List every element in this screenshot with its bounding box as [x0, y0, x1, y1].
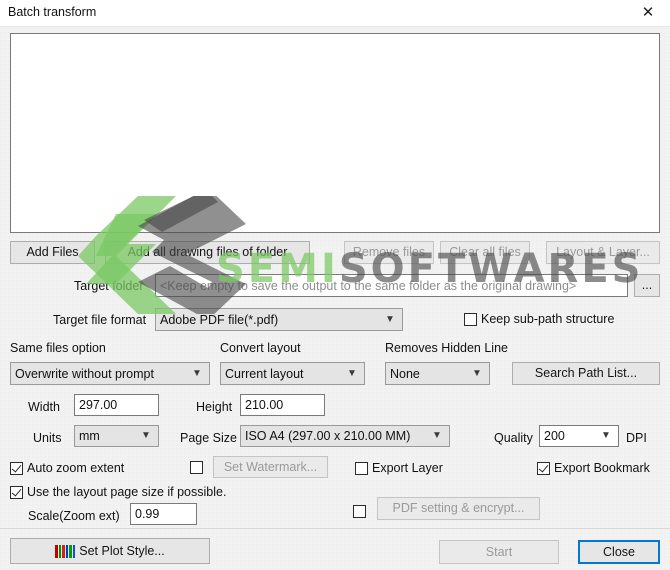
export-bookmark-checkbox[interactable]: Export Bookmark	[537, 461, 650, 475]
quality-value: 200	[544, 429, 565, 443]
chevron-down-icon: ▼	[141, 430, 151, 441]
quality-label: Quality	[494, 431, 533, 445]
footer-divider	[0, 528, 670, 529]
width-input[interactable]: 297.00	[74, 394, 159, 416]
use-layout-page-size-checkbox[interactable]: Use the layout page size if possible.	[10, 485, 226, 499]
target-file-format-label: Target file format	[53, 313, 147, 327]
export-layer-checkbox[interactable]: Export Layer	[355, 461, 443, 475]
checkbox-box	[10, 485, 23, 499]
convert-layout-select[interactable]: Current layout ▼	[220, 362, 365, 385]
chevron-down-icon: ▼	[347, 367, 357, 379]
export-layer-label: Export Layer	[372, 461, 443, 475]
checkbox-box	[10, 461, 23, 475]
chevron-down-icon: ▼	[472, 367, 482, 379]
clear-all-files-button[interactable]: Clear all files	[440, 241, 530, 264]
pdf-setting-encrypt-button[interactable]: PDF setting & encrypt...	[377, 497, 540, 520]
pdf-setting-encrypt-checkbox[interactable]	[353, 505, 370, 518]
remove-files-button[interactable]: Remove files	[344, 241, 434, 264]
target-file-format-value: Adobe PDF file(*.pdf)	[160, 312, 279, 327]
page-size-select[interactable]: ISO A4 (297.00 x 210.00 MM) ▼	[240, 425, 450, 447]
scale-zoom-ext-label: Scale(Zoom ext)	[28, 509, 120, 523]
close-icon[interactable]: ✕	[626, 0, 670, 26]
dpi-label: DPI	[626, 431, 647, 445]
add-all-drawing-files-button[interactable]: Add all drawing files of folder	[105, 241, 310, 264]
set-plot-style-label: Set Plot Style...	[79, 543, 165, 558]
units-label: Units	[33, 431, 62, 445]
convert-layout-label: Convert layout	[220, 341, 301, 355]
target-folder-input[interactable]: <Keep empty to save the output to the sa…	[155, 274, 628, 297]
checkbox-box	[190, 461, 203, 474]
units-value: mm	[79, 429, 100, 443]
quality-select[interactable]: 200 ▼	[539, 425, 619, 447]
export-bookmark-label: Export Bookmark	[554, 461, 650, 475]
window-title: Batch transform	[8, 5, 97, 19]
search-path-list-button[interactable]: Search Path List...	[512, 362, 660, 385]
convert-layout-value: Current layout	[225, 366, 304, 381]
same-files-option-select[interactable]: Overwrite without prompt ▼	[10, 362, 210, 385]
units-select[interactable]: mm ▼	[74, 425, 159, 447]
set-plot-style-button[interactable]: Set Plot Style...	[10, 538, 210, 564]
batch-transform-dialog: Batch transform ✕ SEMISOFTWARES Add File…	[0, 0, 670, 570]
checkbox-box	[537, 461, 550, 475]
auto-zoom-extent-label: Auto zoom extent	[27, 461, 125, 475]
scale-zoom-ext-input[interactable]: 0.99	[130, 503, 197, 525]
checkbox-box	[353, 505, 366, 518]
chevron-down-icon: ▼	[601, 430, 611, 441]
page-size-value: ISO A4 (297.00 x 210.00 MM)	[245, 429, 411, 443]
use-layout-page-size-label: Use the layout page size if possible.	[27, 485, 227, 499]
chevron-down-icon: ▼	[192, 367, 202, 379]
plot-style-icon	[55, 544, 76, 558]
width-label: Width	[28, 400, 60, 414]
layout-and-layer-button[interactable]: Layout & Layer...	[546, 241, 660, 264]
target-file-format-select[interactable]: Adobe PDF file(*.pdf) ▼	[155, 308, 403, 331]
removes-hidden-line-value: None	[390, 366, 420, 381]
title-bar: Batch transform ✕	[0, 0, 670, 27]
target-folder-label: Target folder	[74, 279, 144, 293]
removes-hidden-line-select[interactable]: None ▼	[385, 362, 490, 385]
file-list-box[interactable]	[10, 33, 660, 233]
chevron-down-icon: ▼	[385, 313, 395, 325]
same-files-option-label: Same files option	[10, 341, 106, 355]
auto-zoom-extent-checkbox[interactable]: Auto zoom extent	[10, 461, 124, 475]
keep-sub-path-structure-checkbox[interactable]: Keep sub-path structure	[464, 312, 614, 326]
set-watermark-button[interactable]: Set Watermark...	[213, 456, 328, 478]
chevron-down-icon: ▼	[432, 430, 442, 441]
height-label: Height	[196, 400, 233, 414]
keep-sub-path-structure-label: Keep sub-path structure	[481, 312, 615, 326]
page-size-label: Page Size	[180, 431, 237, 445]
add-files-button[interactable]: Add Files	[10, 241, 95, 264]
set-watermark-checkbox[interactable]	[190, 461, 207, 474]
height-input[interactable]: 210.00	[240, 394, 325, 416]
target-folder-browse-button[interactable]: ...	[634, 274, 660, 297]
removes-hidden-line-label: Removes Hidden Line	[385, 341, 508, 355]
checkbox-box	[464, 312, 477, 326]
checkbox-box	[355, 461, 368, 475]
start-button[interactable]: Start	[439, 540, 559, 564]
close-button[interactable]: Close	[578, 540, 660, 564]
same-files-option-value: Overwrite without prompt	[15, 366, 154, 381]
